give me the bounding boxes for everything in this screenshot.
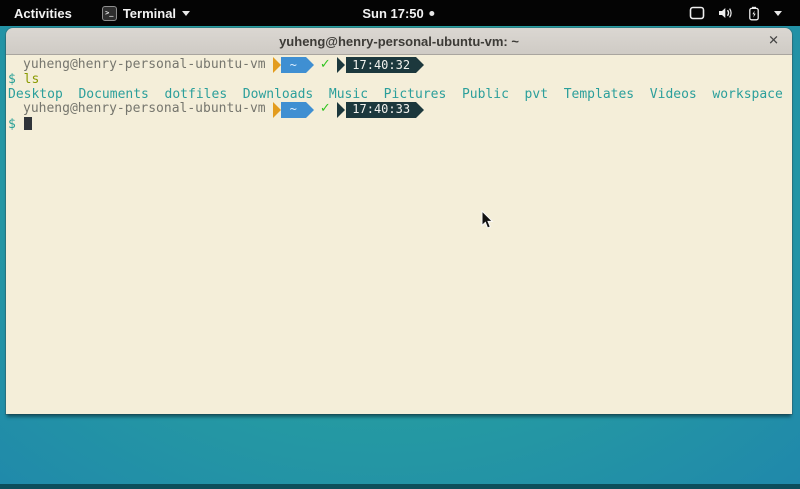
volume-icon — [718, 6, 734, 20]
status-check-icon: ✓ — [320, 102, 331, 117]
ls-output: Desktop Documents dotfiles Downloads Mus… — [8, 88, 792, 103]
command-line: $ ls — [8, 73, 792, 88]
terminal-app-icon: >_ — [102, 6, 117, 21]
typed-command: ls — [24, 72, 40, 87]
terminal-window: yuheng@henry-personal-ubuntu-vm: ~ ✕ yuh… — [6, 28, 792, 414]
window-titlebar[interactable]: yuheng@henry-personal-ubuntu-vm: ~ ✕ — [6, 28, 792, 55]
app-menu-terminal[interactable]: >_ Terminal — [102, 6, 190, 21]
shell-symbol: $ — [8, 117, 16, 132]
powerline-arrow-icon — [273, 102, 281, 118]
window-title: yuheng@henry-personal-ubuntu-vm: ~ — [279, 34, 519, 49]
prompt-time-segment: 17:40:32 — [346, 57, 416, 73]
desktop-wallpaper: yuheng@henry-personal-ubuntu-vm: ~ ✕ yuh… — [0, 26, 800, 489]
close-icon[interactable]: ✕ — [768, 35, 779, 48]
prompt-cwd-segment: ~ — [281, 57, 306, 73]
powerline-arrow-icon — [273, 57, 281, 73]
wallpaper-bottom-edge — [0, 484, 800, 489]
input-line: $ — [8, 117, 792, 132]
prompt-user-host: yuheng@henry-personal-ubuntu-vm — [23, 102, 266, 117]
clock-label: Sun 17:50 — [362, 6, 423, 21]
powerline-arrow-icon — [306, 57, 314, 73]
prompt-time-segment: 17:40:33 — [346, 102, 416, 118]
system-menu-caret-icon — [774, 11, 782, 16]
powerline-arrow-icon — [416, 57, 424, 73]
powerline-arrow-icon — [306, 102, 314, 118]
powerline-arrow-icon — [337, 102, 345, 118]
powerline-arrow-icon — [337, 57, 345, 73]
terminal-content[interactable]: yuheng@henry-personal-ubuntu-vm ~ ✓ 17:4… — [6, 55, 792, 414]
prompt-cwd-segment: ~ — [281, 102, 306, 118]
chevron-down-icon — [182, 11, 190, 16]
shell-symbol: $ — [8, 72, 16, 87]
app-menu-label: Terminal — [123, 6, 176, 21]
notification-dot-icon — [430, 11, 435, 16]
activities-button[interactable]: Activities — [10, 6, 76, 21]
prompt-line: yuheng@henry-personal-ubuntu-vm ~ ✓ 17:4… — [8, 102, 792, 117]
prompt-line: yuheng@henry-personal-ubuntu-vm ~ ✓ 17:4… — [8, 58, 792, 73]
status-check-icon: ✓ — [320, 58, 331, 73]
clock-button[interactable]: Sun 17:50 — [362, 0, 434, 26]
powerline-arrow-icon — [416, 102, 424, 118]
prompt-user-host: yuheng@henry-personal-ubuntu-vm — [23, 58, 266, 73]
top-bar: Activities >_ Terminal Sun 17:50 — [0, 0, 800, 26]
battery-charging-icon — [747, 6, 761, 21]
text-cursor — [24, 117, 32, 130]
system-status-area[interactable] — [689, 0, 782, 26]
screen-icon — [689, 6, 705, 20]
